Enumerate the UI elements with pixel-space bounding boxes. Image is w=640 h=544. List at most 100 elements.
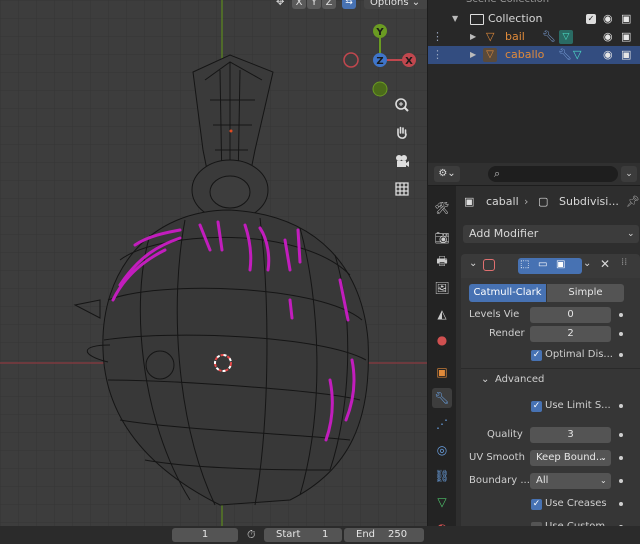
end-frame-field[interactable]: End 250 [344,528,424,542]
keyframe-dot-icon[interactable] [619,502,623,506]
tab-view-layer-icon[interactable]: 🖼︎ [432,278,452,298]
keyframe-dot-icon[interactable] [619,313,623,317]
subdivision-icon [483,259,495,271]
uv-smooth-label: UV Smooth [469,452,525,463]
use-limit-surface-checkbox[interactable]: ✓ [531,401,542,412]
collapse-chevron-icon[interactable]: ⌄ [469,258,477,269]
modifier-toggles: ⬚ ▭ ▣ [518,258,582,274]
visibility-eye-icon[interactable]: ◉ [603,46,613,64]
tab-particles-icon[interactable]: ⋰ [432,414,452,434]
mesh-triangle-icon: ▽ [483,48,497,62]
options-dropdown[interactable]: Options ⌄ [364,0,427,9]
stopwatch-icon[interactable]: ⏱︎ [247,528,256,542]
camera-view-icon[interactable] [394,153,418,177]
object-origin [229,129,233,133]
tab-scene-icon[interactable]: ◭ [432,304,452,324]
3d-viewport[interactable]: ✥ X Y Z ⇆ Options ⌄ Y X Z [0,0,427,526]
tab-tool-icon[interactable]: 🛠︎ [432,198,452,218]
advanced-subpanel-label[interactable]: Advanced [495,372,544,388]
keyframe-dot-icon[interactable] [619,456,623,460]
boundary-smooth-label: Boundary ... [469,475,530,486]
tab-data-icon[interactable]: ▽ [432,492,452,512]
visibility-eye-icon[interactable]: ◉ [603,28,613,46]
outliner-item-caballo[interactable]: ⋮ ▶ ▽ caballo 🔧︎ ▽ ◉ ▣ [428,46,640,64]
pin-icon[interactable]: 📌︎ [626,194,640,210]
disclosure-right-icon[interactable]: ▶ [470,46,476,64]
keyframe-dot-icon[interactable] [619,433,623,437]
object-square-icon: ▣ [464,195,475,208]
disclosure-down-icon[interactable]: ▼ [452,10,458,28]
collection-row[interactable]: ▼ Collection ✓ ◉ ▣ [428,10,640,28]
divider [461,368,640,369]
modifier-header: ⌄ ⬚ ▭ ▣ ⌄ ✕ ⁞⁞ [461,254,640,278]
chevron-down-icon[interactable]: ⌄ [621,166,637,182]
collection-checkbox[interactable]: ✓ [586,14,596,24]
breadcrumb-object: caball [486,195,519,208]
quality-field[interactable]: 3 [530,427,611,443]
mirror-z-button[interactable]: Z [322,0,336,9]
mirror-y-button[interactable]: Y [307,0,321,9]
search-input[interactable]: ⌕ [488,166,618,182]
uv-smooth-dropdown[interactable]: Keep Bound... ⌄ [530,450,611,466]
snap-toggle-icon[interactable]: ⇆ [342,0,356,9]
breadcrumb-modifier: Subdivisi... [559,195,619,208]
options-label: Options [370,0,409,8]
levels-viewport-field[interactable]: 0 [530,307,611,323]
use-limit-surface-label: Use Limit S... [545,400,611,411]
disclosure-right-icon[interactable]: ▶ [470,28,476,46]
use-creases-checkbox[interactable]: ✓ [531,499,542,510]
optimal-display-checkbox[interactable]: ✓ [531,350,542,361]
modifier-properties-panel: ▣ caball › ▢ Subdivisi... 📌︎ Add Modifie… [456,186,640,544]
edit-mode-icon[interactable]: ⬚ [520,259,529,270]
wrench-modifier-icon[interactable]: 🔧︎ [542,28,556,46]
wrench-modifier-icon[interactable]: 🔧︎ [558,46,572,64]
drag-handle-icon[interactable]: ⁞⁞ [621,257,627,268]
tab-world-icon[interactable]: ● [432,330,452,350]
mesh-data-icon[interactable]: ▽ [573,46,581,64]
pan-hand-icon[interactable] [394,125,418,149]
tab-object-icon[interactable]: ▣ [432,362,452,382]
zoom-icon[interactable] [394,97,418,121]
boundary-smooth-dropdown[interactable]: All ⌄ [530,473,611,489]
tab-physics-icon[interactable]: ◎ [432,440,452,460]
gizmo-neg-y-axis [372,81,388,97]
keyframe-dot-icon[interactable] [619,404,623,408]
object-name-caballo[interactable]: caballo [505,46,544,64]
modifier-menu-chevron-icon[interactable]: ⌄ [583,258,591,269]
render-camera-icon[interactable]: ▣ [621,28,631,46]
mesh-data-icon[interactable]: ▽ [559,30,573,44]
grid-ortho-icon[interactable] [394,181,418,205]
breadcrumb: ▣ caball › ▢ Subdivisi... 📌︎ [464,194,640,210]
mirror-x-button[interactable]: X [292,0,306,9]
tab-constraints-icon[interactable]: ⛓︎ [432,466,452,486]
transform-icon[interactable]: ✥ [276,0,288,9]
keyframe-dot-icon[interactable] [619,353,623,357]
keyframe-dot-icon[interactable] [619,479,623,483]
end-label: End [356,529,376,540]
tab-simple[interactable]: Simple [547,284,624,302]
tab-catmull-clark[interactable]: Catmull-Clark [469,284,546,302]
editor-type-icon[interactable]: ⚙⌄ [434,166,460,182]
start-frame-field[interactable]: Start 1 [264,528,342,542]
keyframe-dot-icon[interactable] [619,332,623,336]
visibility-eye-icon[interactable]: ◉ [603,10,613,28]
tab-output-icon[interactable]: 🖶︎ [432,252,452,272]
close-icon[interactable]: ✕ [600,257,610,271]
navigation-gizmo[interactable]: Y X Z [340,20,424,100]
timeline-footer: 1 ⏱︎ Start 1 End 250 [0,526,640,544]
current-frame-field[interactable]: 1 [172,528,238,542]
render-camera-icon[interactable]: ▣ [556,259,565,270]
render-levels-field[interactable]: 2 [530,326,611,342]
outliner[interactable]: Scene Collection ▼ Collection ✓ ◉ ▣ ⋮ ▶ … [428,0,640,66]
render-camera-icon[interactable]: ▣ [621,10,631,28]
object-name-bail[interactable]: bail [505,28,525,46]
realtime-monitor-icon[interactable]: ▭ [538,259,547,270]
outliner-empty-area[interactable] [428,66,640,163]
render-camera-icon[interactable]: ▣ [621,46,631,64]
subdivision-modifier-box: ⌄ ⬚ ▭ ▣ ⌄ ✕ ⁞⁞ Catmull-Clark Simple Leve… [461,254,640,544]
tab-modifier-wrench-icon[interactable]: 🔧︎ [432,388,452,408]
outliner-item-bail[interactable]: ⋮ ▶ ▽ bail 🔧︎ ▽ ◉ ▣ [428,28,640,46]
advanced-chevron-icon[interactable]: ⌄ [481,374,489,385]
add-modifier-button[interactable]: Add Modifier ⌄ [463,225,639,243]
tab-render-icon[interactable]: 📷︎ [432,228,452,248]
